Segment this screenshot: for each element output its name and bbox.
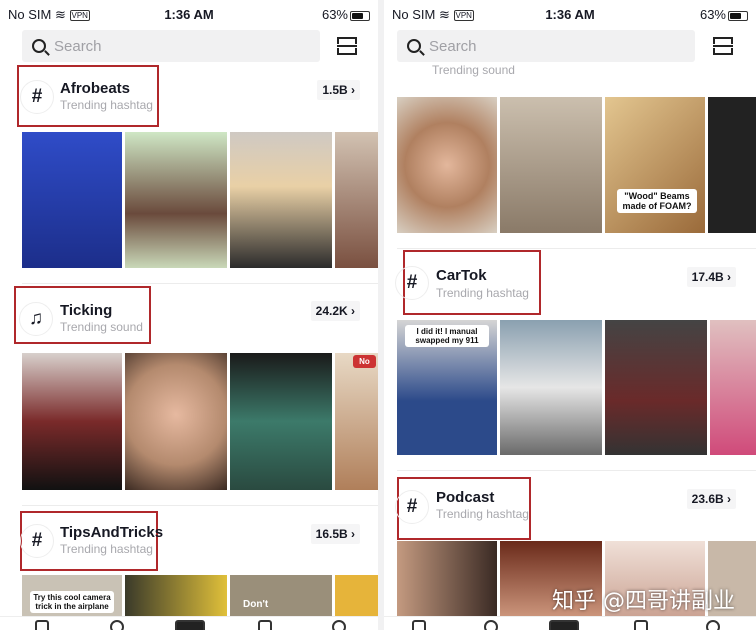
profile-icon[interactable] — [332, 620, 346, 630]
divider — [397, 248, 756, 249]
video-thumbnail[interactable]: "Wood" Beams made of FOAM? — [605, 97, 705, 233]
hashtag-icon: # — [20, 80, 54, 114]
carrier: No SIM ≋ VPN — [8, 7, 90, 23]
vpn-badge: VPN — [453, 10, 474, 22]
section-subtitle: Trending sound — [60, 320, 143, 334]
hashtag-icon: # — [20, 524, 54, 558]
watermark: 知乎 @四哥讲副业 — [552, 589, 735, 614]
discover-icon[interactable] — [484, 620, 498, 630]
left-screen: No SIM ≋ VPN 1:36 AM 63% Search # Afrobe… — [0, 0, 378, 630]
wifi-icon: ≋ — [438, 7, 450, 22]
video-thumbnail[interactable] — [708, 97, 756, 233]
search-input[interactable]: Search — [397, 30, 695, 62]
bottom-nav — [0, 616, 378, 630]
profile-icon[interactable] — [706, 620, 720, 630]
clock: 1:36 AM — [545, 7, 595, 22]
video-thumbnail[interactable]: No — [335, 353, 378, 490]
search-placeholder: Search — [54, 37, 102, 55]
home-icon[interactable] — [35, 620, 49, 630]
search-input[interactable]: Search — [22, 30, 320, 62]
status-bar: No SIM ≋ VPN 1:36 AM 63% — [8, 7, 370, 23]
section-title[interactable]: Afrobeats — [60, 80, 130, 97]
carrier-text: No SIM — [8, 7, 52, 22]
battery-text: 63% — [699, 7, 726, 22]
video-thumbnail[interactable] — [22, 353, 122, 490]
video-thumbnail[interactable] — [335, 575, 378, 620]
view-count-button[interactable]: 17.4B › — [686, 267, 736, 287]
discover-icon[interactable] — [110, 620, 124, 630]
carrier-text: No SIM — [392, 7, 436, 22]
thumbnail-caption: No — [353, 355, 376, 368]
video-thumbnail[interactable] — [605, 320, 707, 455]
section-subtitle: Trending hashtag — [436, 286, 529, 300]
hashtag-icon: # — [395, 266, 429, 300]
home-icon[interactable] — [412, 620, 426, 630]
inbox-icon[interactable] — [258, 620, 272, 630]
create-icon[interactable] — [175, 620, 205, 630]
video-thumbnail[interactable] — [335, 132, 378, 268]
create-icon[interactable] — [549, 620, 579, 630]
right-screen: No SIM ≋ VPN 1:36 AM 63% Trending sound … — [384, 0, 756, 630]
hashtag-icon: # — [395, 490, 429, 524]
section-subtitle: Trending hashtag — [60, 98, 153, 112]
bottom-nav — [384, 616, 756, 630]
video-thumbnail[interactable]: Don't — [230, 575, 332, 620]
inbox-icon[interactable] — [634, 620, 648, 630]
video-thumbnail[interactable] — [125, 353, 227, 490]
status-bar: No SIM ≋ VPN 1:36 AM 63% — [392, 7, 748, 23]
video-thumbnail[interactable] — [500, 320, 602, 455]
music-note-icon: ♫ — [19, 302, 53, 336]
section-title[interactable]: TipsAndTricks — [60, 524, 163, 541]
view-count-button[interactable]: 16.5B › — [310, 524, 360, 544]
section-subtitle: Trending hashtag — [60, 542, 153, 556]
section-title[interactable]: CarTok — [436, 267, 487, 284]
vpn-badge: VPN — [69, 10, 90, 22]
section-title[interactable]: Ticking — [60, 302, 112, 319]
battery: 63% — [700, 7, 748, 22]
thumbnail-caption: I did it! I manual swapped my 911 — [405, 325, 489, 347]
section-title[interactable]: Podcast — [436, 489, 494, 506]
battery-icon — [728, 10, 748, 21]
battery: 63% — [322, 7, 370, 22]
search-placeholder: Search — [429, 37, 477, 55]
clock: 1:36 AM — [164, 7, 214, 22]
video-thumbnail[interactable] — [125, 132, 227, 268]
video-thumbnail[interactable] — [500, 97, 602, 233]
thumbnail-caption: "Wood" Beams made of FOAM? — [617, 189, 697, 213]
thumbnail-caption: Don't — [243, 599, 269, 610]
video-thumbnail[interactable] — [397, 541, 497, 620]
view-count-button[interactable]: 1.5B › — [317, 80, 360, 100]
search-icon — [407, 39, 421, 53]
battery-icon — [350, 10, 370, 21]
wifi-icon: ≋ — [54, 7, 66, 22]
video-thumbnail[interactable]: Try this cool camera trick in the airpla… — [22, 575, 122, 620]
video-thumbnail[interactable] — [397, 97, 497, 233]
scan-icon[interactable] — [713, 37, 733, 55]
divider — [22, 505, 378, 506]
view-count-button[interactable]: 23.6B › — [686, 489, 736, 509]
divider — [22, 283, 378, 284]
view-count-button[interactable]: 24.2K › — [310, 301, 360, 321]
divider — [397, 470, 756, 471]
section-subtitle: Trending hashtag — [436, 507, 529, 521]
thumbnail-caption: Try this cool camera trick in the airpla… — [30, 591, 114, 613]
carrier: No SIM ≋ VPN — [392, 7, 474, 23]
battery-text: 63% — [321, 7, 348, 22]
scan-icon[interactable] — [337, 37, 357, 55]
section-subtitle: Trending sound — [432, 63, 515, 77]
video-thumbnail[interactable] — [230, 353, 332, 490]
video-thumbnail[interactable] — [125, 575, 227, 620]
search-icon — [32, 39, 46, 53]
video-thumbnail[interactable] — [22, 132, 122, 268]
video-thumbnail[interactable] — [230, 132, 332, 268]
video-thumbnail[interactable] — [710, 320, 756, 455]
video-thumbnail[interactable]: I did it! I manual swapped my 911 — [397, 320, 497, 455]
